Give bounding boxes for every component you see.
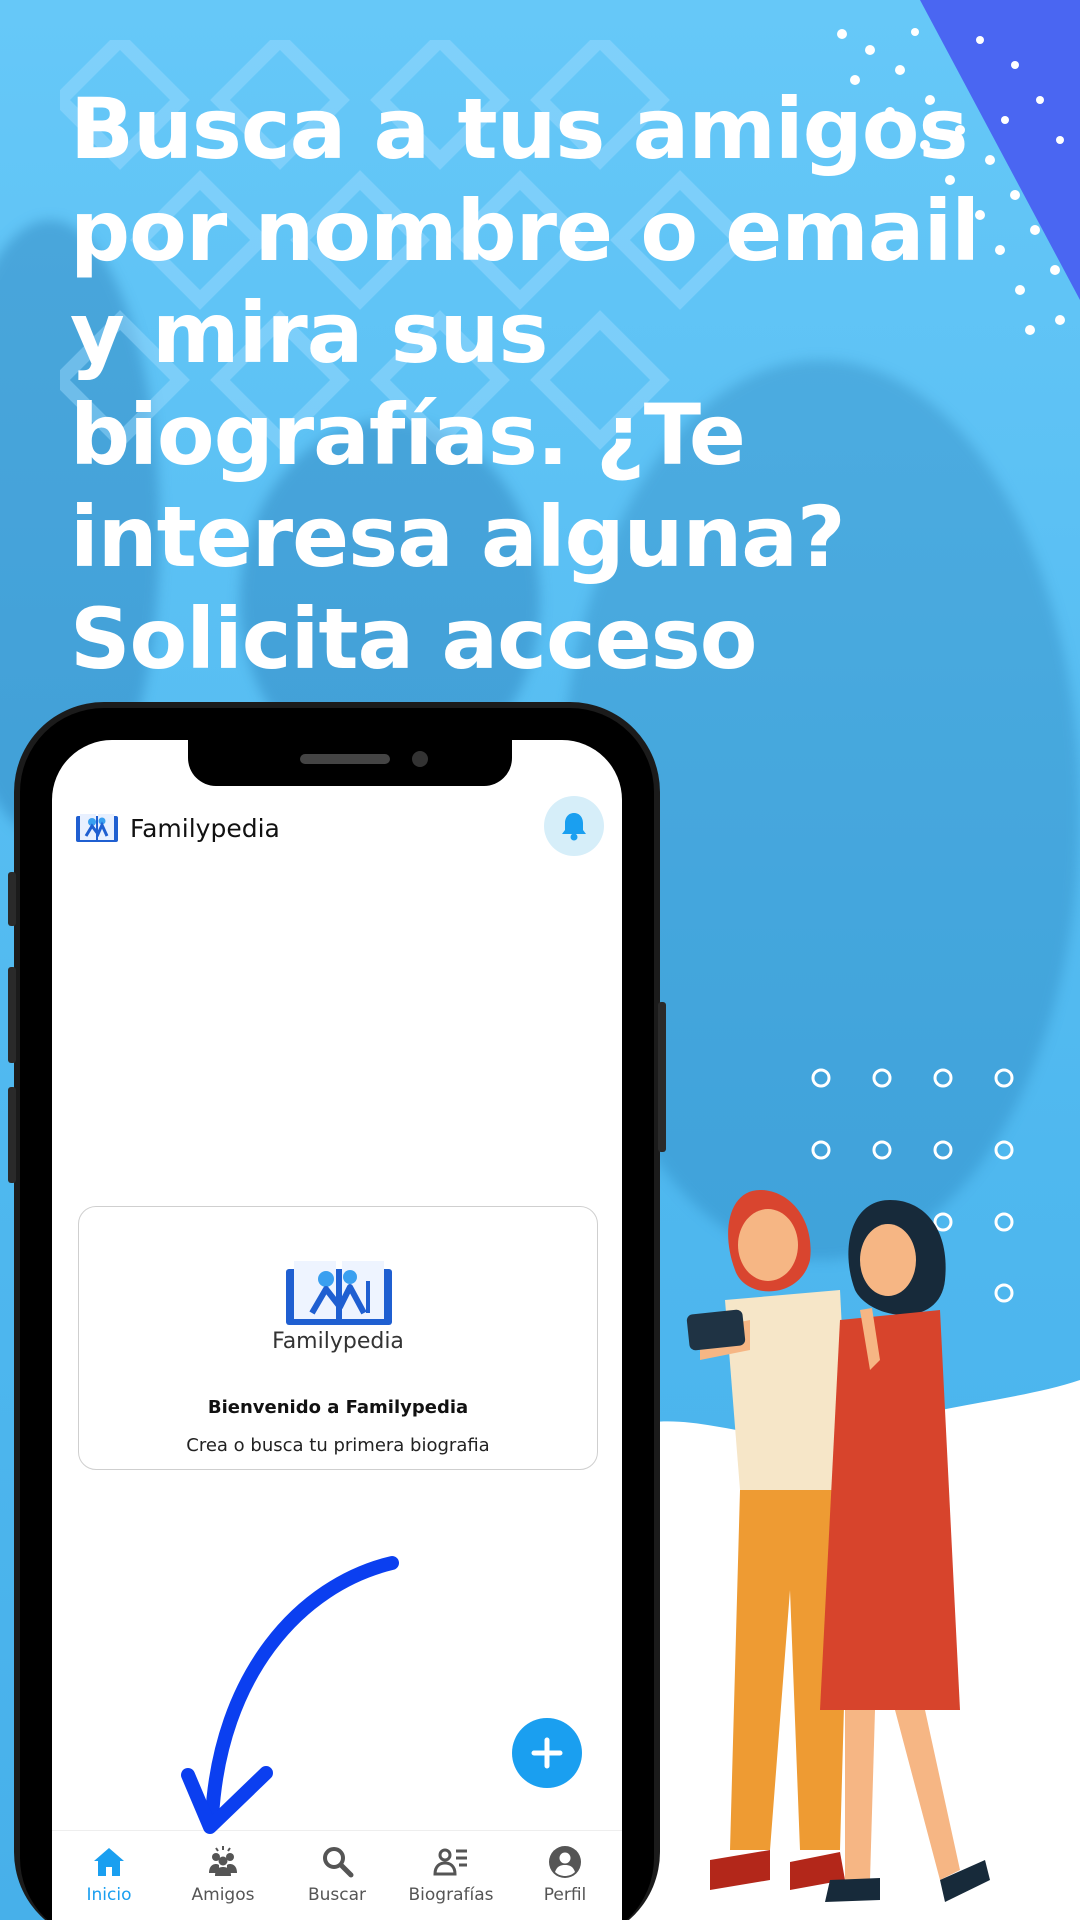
headline-line: Solicita acceso	[70, 590, 757, 688]
headline-line: y mira sus	[70, 284, 548, 382]
phone-side-button	[8, 1087, 16, 1183]
headline-line: interesa alguna?	[70, 488, 846, 586]
friends-selfie-illustration	[686, 1190, 990, 1902]
search-icon	[323, 1847, 354, 1878]
nav-item-inicio[interactable]: Inicio	[52, 1831, 166, 1920]
headline-line: por nombre o email	[70, 182, 980, 280]
headline-line: biografías. ¿Te	[70, 386, 746, 484]
nav-item-biografias[interactable]: Biografías	[394, 1831, 508, 1920]
phone-notch	[188, 740, 512, 786]
welcome-subtitle: Crea o busca tu primera biografia	[186, 1435, 490, 1456]
nav-label: Biografías	[408, 1885, 494, 1905]
welcome-title: Bienvenido a Familypedia	[207, 1397, 469, 1418]
nav-label: Amigos	[191, 1885, 255, 1905]
home-icon	[94, 1848, 124, 1876]
nav-item-perfil[interactable]: Perfil	[508, 1831, 622, 1920]
nav-label: Inicio	[86, 1885, 132, 1905]
bell-icon	[562, 813, 586, 841]
nav-label: Buscar	[307, 1885, 367, 1905]
phone-side-button	[658, 1002, 666, 1152]
plus-icon	[531, 1737, 563, 1769]
profile-icon	[549, 1846, 581, 1878]
pointing-arrow	[181, 1556, 399, 1834]
headline-line: Busca a tus amigos	[70, 80, 969, 178]
welcome-card: Familypedia Bienvenido a Familypedia Cre…	[78, 1206, 598, 1470]
familypedia-logo-icon	[76, 814, 118, 842]
friends-icon	[209, 1846, 237, 1876]
app-header: Familypedia	[74, 808, 280, 848]
familypedia-logo-large-icon	[286, 1261, 392, 1325]
phone-side-button	[8, 967, 16, 1063]
phone-speaker	[300, 754, 390, 764]
app-title: Familypedia	[130, 813, 280, 843]
promo-headline: Busca a tus amigos por nombre o email y …	[70, 78, 1030, 690]
notifications-button[interactable]	[544, 796, 604, 856]
add-biography-button[interactable]	[512, 1718, 582, 1788]
phone-camera	[412, 751, 428, 767]
biographies-icon	[433, 1848, 467, 1876]
card-brand-name: Familypedia	[272, 1329, 404, 1354]
nav-label: Perfil	[543, 1885, 587, 1905]
phone-side-button	[8, 872, 16, 926]
